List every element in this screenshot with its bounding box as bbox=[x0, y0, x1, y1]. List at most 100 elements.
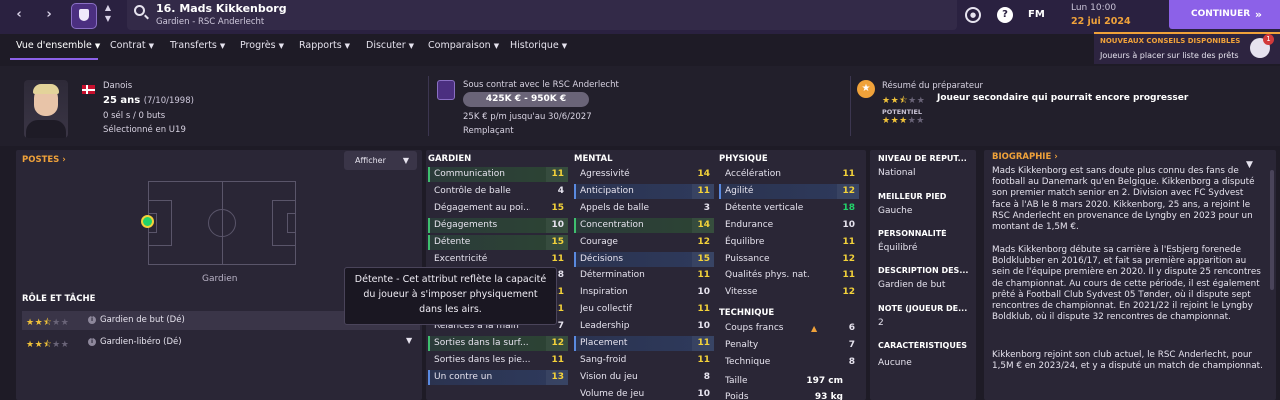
attribute-name: Technique bbox=[725, 356, 771, 367]
player-club[interactable]: Gardien - RSC Anderlecht bbox=[156, 17, 264, 27]
attribute-row[interactable]: Accélération 11 bbox=[719, 167, 859, 182]
fm-logo[interactable]: FM bbox=[1028, 9, 1045, 20]
denmark-flag-icon bbox=[82, 85, 95, 94]
positions-title[interactable]: POSTES › bbox=[22, 155, 66, 165]
show-dropdown[interactable]: Afficher ▼ bbox=[344, 151, 417, 170]
attribute-row[interactable]: Volume de jeu 10 bbox=[574, 387, 714, 400]
attribute-name: Contrôle de balle bbox=[434, 185, 511, 196]
info-icon[interactable]: i bbox=[88, 316, 96, 324]
club-crest-icon[interactable] bbox=[71, 3, 97, 29]
biography-paragraph: Kikkenborg rejoint son club actuel, le R… bbox=[992, 350, 1263, 372]
attribute-row[interactable]: Placement 11 bbox=[574, 336, 714, 351]
attribute-row[interactable]: Concentration 14 bbox=[574, 217, 714, 233]
attribute-value: 12 bbox=[551, 338, 564, 348]
menu-vue-ensemble[interactable]: Vue d'ensemble ▼ bbox=[16, 40, 100, 51]
coach-report-label: Résumé du préparateur bbox=[882, 81, 983, 91]
attribute-row[interactable]: Appels de balle 3 bbox=[574, 201, 714, 216]
goalkeeper-position-marker[interactable] bbox=[141, 215, 154, 228]
attribute-row[interactable]: Sorties dans la surf... 12 bbox=[428, 336, 568, 351]
attribute-row[interactable]: Penalty 7 bbox=[719, 338, 859, 353]
chevron-down-icon[interactable]: ▼ bbox=[406, 336, 412, 345]
nationality[interactable]: Danois bbox=[103, 81, 132, 91]
attribute-value: 14 bbox=[697, 169, 710, 179]
fact-label: NOTE (JOUEUR DE... bbox=[878, 304, 968, 313]
attribute-name: Équilibre bbox=[725, 236, 765, 247]
back-arrow-icon[interactable]: ‹ bbox=[10, 6, 28, 24]
attribute-row[interactable]: Excentricité 11 bbox=[428, 252, 568, 267]
attribute-value: 11 bbox=[551, 354, 564, 365]
continue-button[interactable]: CONTINUER » bbox=[1169, 0, 1280, 29]
help-icon[interactable]: ? bbox=[997, 7, 1013, 23]
attribute-row[interactable]: Vision du jeu 8 bbox=[574, 370, 714, 385]
search-icon[interactable] bbox=[134, 5, 145, 16]
pitch-diagram bbox=[148, 181, 296, 265]
attribute-row[interactable]: Dégagement au poi... 15 bbox=[428, 201, 568, 216]
role-row[interactable]: ★★⯪★★ i Gardien-libéro (Dé) ▼ bbox=[22, 333, 420, 352]
attribute-row[interactable]: Équilibre 11 bbox=[719, 235, 859, 250]
club-crest-icon[interactable] bbox=[437, 80, 455, 100]
player-portrait bbox=[24, 80, 68, 138]
fact-label: CARACTÉRISTIQUES bbox=[878, 341, 968, 350]
attribute-row[interactable]: Détermination 11 bbox=[574, 268, 714, 283]
scrollbar[interactable] bbox=[1270, 170, 1274, 290]
attribute-row[interactable]: Jeu collectif 11 bbox=[574, 302, 714, 317]
attribute-row[interactable]: Détente 15 bbox=[428, 234, 568, 250]
chevron-down-icon: ▼ bbox=[408, 42, 415, 50]
forward-arrow-icon[interactable]: › bbox=[40, 6, 58, 24]
attribute-value: 14 bbox=[697, 219, 710, 230]
menu-contrat[interactable]: Contrat ▼ bbox=[110, 40, 154, 51]
attribute-row[interactable]: Anticipation 11 bbox=[574, 183, 714, 199]
attribute-value: 8 bbox=[703, 371, 710, 382]
attribute-value: 11 bbox=[697, 270, 710, 281]
menu-progres[interactable]: Progrès ▼ bbox=[240, 40, 284, 51]
attribute-value: 12 bbox=[842, 185, 855, 196]
attribute-row[interactable]: Contrôle de balle 4 bbox=[428, 184, 568, 199]
attribute-row[interactable]: Sorties dans les pie... 11 bbox=[428, 353, 568, 368]
transfer-value-pill[interactable]: 425K € - 950K € bbox=[463, 92, 589, 107]
attribute-name: Communication bbox=[434, 169, 505, 179]
attribute-value: 15 bbox=[551, 202, 564, 213]
attribute-row[interactable]: Qualités phys. nat. 11 bbox=[719, 268, 859, 283]
attribute-row[interactable]: Dégagements 10 bbox=[428, 217, 568, 233]
attribute-value: 11 bbox=[697, 304, 710, 315]
player-switch-icon[interactable]: ▲ ▼ bbox=[103, 2, 113, 24]
attribute-value: 11 bbox=[842, 236, 855, 247]
potential-stars: ★★★★★ bbox=[882, 116, 925, 126]
menu-historique[interactable]: Historique ▼ bbox=[510, 40, 567, 51]
attribute-row[interactable]: Courage 12 bbox=[574, 235, 714, 250]
attribute-row[interactable]: Communication 11 bbox=[428, 167, 568, 182]
attribute-row[interactable]: Endurance 10 bbox=[719, 218, 859, 233]
current-date: 22 jui 2024 bbox=[1071, 16, 1131, 27]
biography-title[interactable]: BIOGRAPHIE › bbox=[992, 152, 1058, 162]
attribute-value: 11 bbox=[697, 185, 710, 196]
tips-notification[interactable]: NOUVEAUX CONSEILS DISPONIBLES Joueurs à … bbox=[1094, 32, 1280, 64]
info-icon[interactable]: i bbox=[88, 338, 96, 346]
attribute-value: 3 bbox=[703, 202, 710, 213]
attribute-row[interactable]: Coups francs ▲ 6 bbox=[719, 321, 859, 336]
attribute-row[interactable]: Un contre un 13 bbox=[428, 369, 568, 385]
attribute-row[interactable]: Leadership 10 bbox=[574, 319, 714, 334]
fact-label: MEILLEUR PIED bbox=[878, 192, 947, 201]
attribute-row[interactable]: Technique 8 bbox=[719, 355, 859, 370]
squad-status: Remplaçant bbox=[463, 126, 514, 136]
attribute-row[interactable]: Inspiration 10 bbox=[574, 285, 714, 300]
attribute-row[interactable]: Détente verticale 18 bbox=[719, 201, 859, 216]
attribute-value: 10 bbox=[697, 287, 710, 298]
attribute-row[interactable]: Vitesse 12 bbox=[719, 285, 859, 300]
ball-icon[interactable]: ● bbox=[965, 7, 981, 23]
menu-comparaison[interactable]: Comparaison ▼ bbox=[428, 40, 499, 51]
attribute-name: Anticipation bbox=[580, 185, 634, 196]
menu-rapports[interactable]: Rapports ▼ bbox=[299, 40, 350, 51]
attribute-row[interactable]: Puissance 12 bbox=[719, 252, 859, 267]
tips-title: NOUVEAUX CONSEILS DISPONIBLES bbox=[1100, 37, 1241, 45]
attribute-row[interactable]: Agressivité 14 bbox=[574, 167, 714, 182]
menu-transferts[interactable]: Transferts ▼ bbox=[170, 40, 225, 51]
chevron-down-icon: ▼ bbox=[148, 42, 155, 50]
attribute-row[interactable]: Agilité 12 bbox=[719, 183, 859, 199]
attribute-row[interactable]: Sang-froid 11 bbox=[574, 353, 714, 368]
attribute-value: 10 bbox=[697, 388, 710, 399]
pitch-position-label: Gardien bbox=[202, 274, 238, 284]
attribute-row[interactable]: Décisions 15 bbox=[574, 251, 714, 267]
menu-label: Rapports bbox=[299, 40, 342, 51]
menu-discuter[interactable]: Discuter ▼ bbox=[366, 40, 414, 51]
